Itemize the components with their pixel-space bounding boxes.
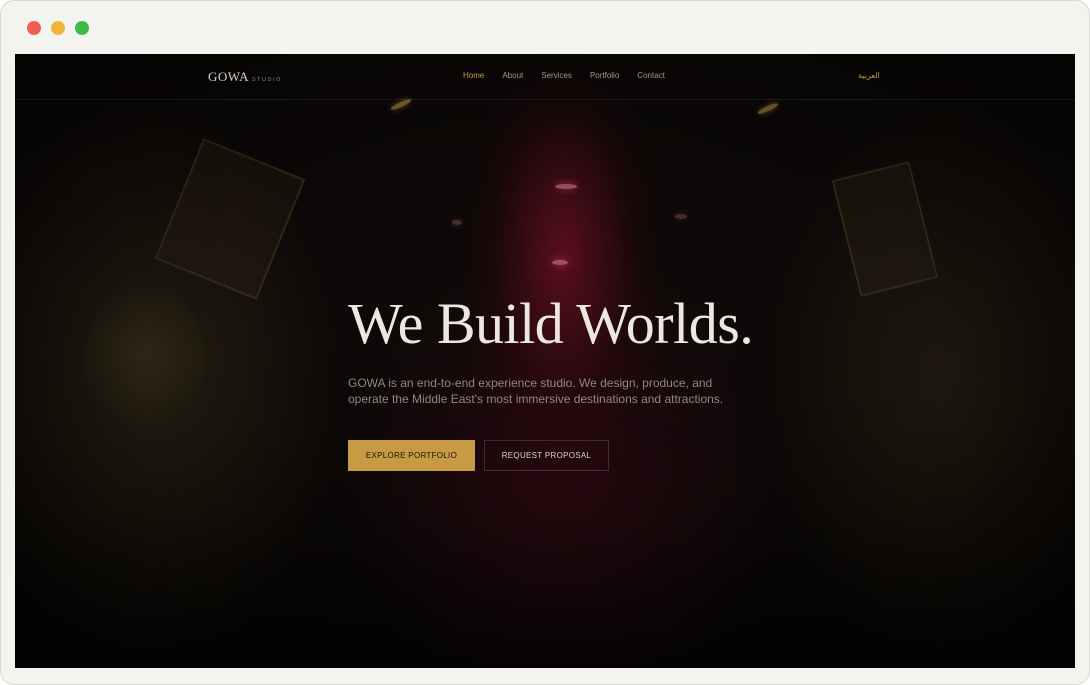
request-proposal-button[interactable]: REQUEST PROPOSAL (484, 440, 609, 471)
nav-links: Home About Services Portfolio Contact (463, 71, 665, 80)
hero-subtitle: GOWA is an end-to-end experience studio.… (348, 376, 724, 406)
zoom-window-button[interactable] (75, 21, 89, 35)
hero-background-image (15, 54, 1075, 668)
minimize-window-button[interactable] (51, 21, 65, 35)
explore-portfolio-button[interactable]: EXPLORE PORTFOLIO (348, 440, 475, 471)
nav-link-about[interactable]: About (502, 71, 523, 80)
site-logo[interactable]: GOWA STUDIO (208, 69, 282, 85)
browser-window: GOWA STUDIO Home About Services Portfoli… (0, 0, 1090, 685)
hero-title: We Build Worlds. (348, 291, 754, 356)
logo-wordmark: GOWA (208, 69, 249, 84)
nav-link-home[interactable]: Home (463, 71, 484, 80)
window-controls (27, 21, 89, 35)
page-viewport: GOWA STUDIO Home About Services Portfoli… (15, 54, 1075, 668)
nav-link-services[interactable]: Services (541, 71, 572, 80)
nav-link-contact[interactable]: Contact (637, 71, 665, 80)
top-navigation: GOWA STUDIO Home About Services Portfoli… (15, 54, 1075, 100)
vignette-overlay (15, 54, 1075, 668)
logo-subtitle: STUDIO (252, 77, 282, 83)
close-window-button[interactable] (27, 21, 41, 35)
nav-link-portfolio[interactable]: Portfolio (590, 71, 619, 80)
language-switch-arabic[interactable]: العربية (858, 71, 880, 80)
